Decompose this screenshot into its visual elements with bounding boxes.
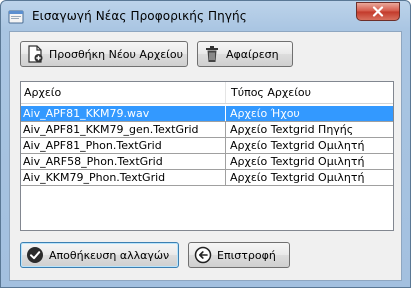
file-name-cell: Aiv_APF81_Phon.TextGrid [21,138,226,153]
close-button[interactable] [356,2,400,21]
back-label: Επιστροφή [217,248,276,262]
file-type-cell: Αρχείο Ήχου [230,107,300,120]
column-header-type[interactable]: Τύπος Αρχείου [227,82,393,103]
table-row[interactable]: Aiv_APF81_KKM79.wav Αρχείο Ήχου [21,106,393,122]
table-row[interactable]: Aiv_APF81_KKM79_gen.TextGrid Αρχείο Text… [21,122,393,138]
files-table[interactable]: Αρχείο Τύπος Αρχείου Aiv_APF81_KKM79.wav… [20,81,394,231]
table-row[interactable]: Aiv_APF81_Phon.TextGrid Αρχείο Textgrid … [21,138,393,154]
file-name-cell: Aiv_APF81_KKM79.wav [21,106,226,121]
remove-label: Αφαίρεση [226,47,279,61]
back-arrow-icon [194,246,212,264]
table-row[interactable]: Aiv_ARF58_Phon.TextGrid Αρχείο Textgrid … [21,154,393,170]
remove-button[interactable]: Αφαίρεση [197,41,293,67]
file-type-cell: Αρχείο Textgrid Ομιλητή [230,155,365,168]
add-file-button[interactable]: Προσθήκη Νέου Αρχείου [20,41,188,67]
save-changes-label: Αποθήκευση αλλαγών [49,248,170,262]
app-window-icon [8,10,24,24]
window-title: Εισαγωγή Νέας Προφορικής Πηγής [32,9,247,23]
dialog-window: Εισαγωγή Νέας Προφορικής Πηγής Προσθήκη … [0,0,411,288]
checkmark-icon [27,247,43,263]
title-bar[interactable]: Εισαγωγή Νέας Προφορικής Πηγής [1,1,410,31]
file-type-cell: Αρχείο Textgrid Ομιλητή [230,139,365,152]
column-header-file[interactable]: Αρχείο [21,82,226,103]
save-changes-button[interactable]: Αποθήκευση αλλαγών [20,242,179,268]
table-body: Aiv_APF81_KKM79.wav Αρχείο Ήχου Aiv_APF8… [21,106,393,186]
back-button[interactable]: Επιστροφή [188,242,290,268]
add-file-label: Προσθήκη Νέου Αρχείου [49,47,183,61]
file-name-cell: Aiv_KKM79_Phon.TextGrid [21,170,226,185]
trash-icon [206,46,218,62]
add-file-icon [28,45,43,63]
file-type-cell: Αρχείο Textgrid Ομιλητή [230,171,365,184]
file-name-cell: Aiv_APF81_KKM79_gen.TextGrid [21,122,226,137]
table-row[interactable]: Aiv_KKM79_Phon.TextGrid Αρχείο Textgrid … [21,170,393,186]
file-name-cell: Aiv_ARF58_Phon.TextGrid [21,154,226,169]
close-icon [372,6,384,17]
table-header: Αρχείο Τύπος Αρχείου [21,82,393,104]
file-type-cell: Αρχείο Textgrid Πηγής [230,123,354,136]
